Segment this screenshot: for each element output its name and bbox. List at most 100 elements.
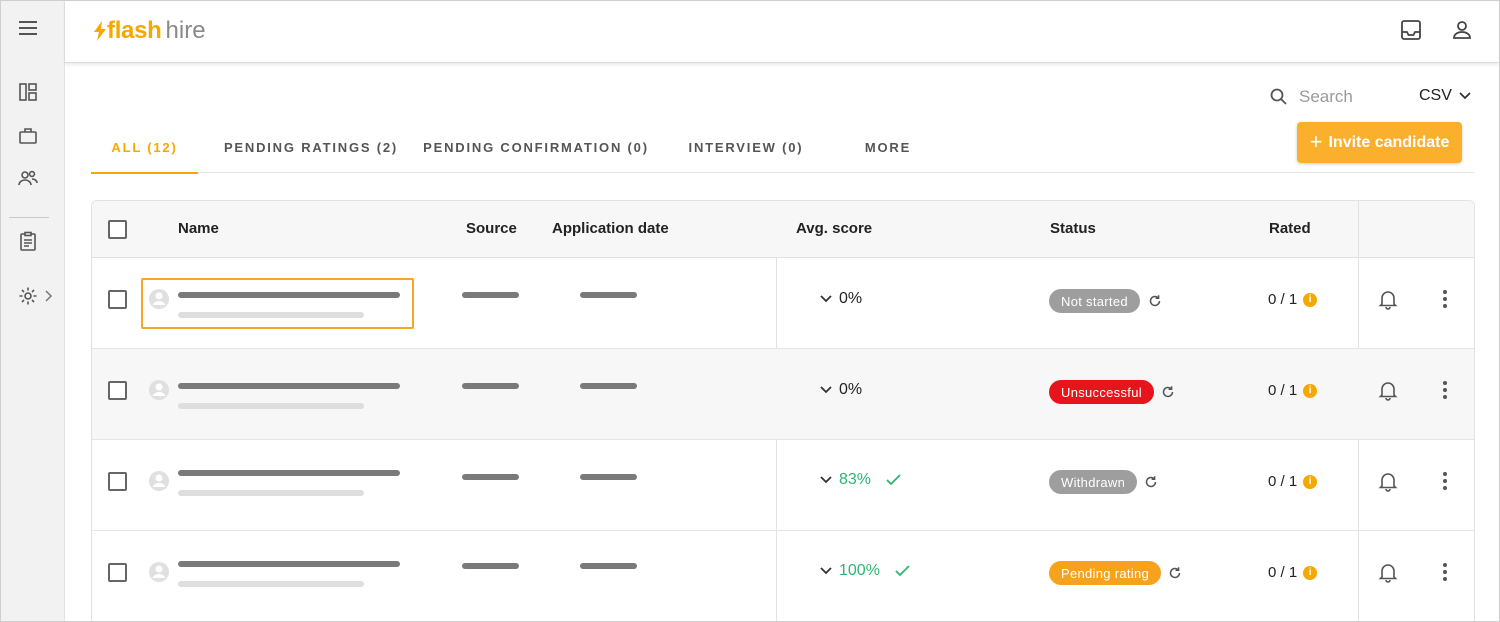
column-status[interactable]: Status [1050, 220, 1096, 237]
lightning-icon [94, 21, 106, 41]
csv-label: CSV [1419, 87, 1452, 104]
rated-cell: 0 / 1 i [1268, 291, 1318, 308]
inbox-icon[interactable] [1399, 18, 1423, 42]
date-placeholder [580, 474, 637, 480]
more-options-icon[interactable] [1435, 561, 1455, 583]
candidate-subtitle-placeholder [178, 403, 364, 409]
csv-export-dropdown[interactable]: CSV [1419, 87, 1472, 105]
row-checkbox[interactable] [108, 563, 127, 582]
refresh-icon[interactable] [1168, 566, 1182, 580]
source-placeholder [462, 292, 519, 298]
bell-icon[interactable] [1377, 379, 1399, 401]
more-options-icon[interactable] [1435, 470, 1455, 492]
candidate-name-placeholder [178, 383, 400, 389]
refresh-icon[interactable] [1148, 294, 1162, 308]
avg-score: 100% [819, 562, 912, 580]
chevron-down-icon[interactable] [819, 475, 833, 485]
tab-pending-ratings[interactable]: PENDING RATINGS (2) [211, 121, 411, 173]
date-placeholder [580, 383, 637, 389]
menu-icon[interactable] [17, 17, 39, 39]
score-value: 100% [839, 562, 880, 579]
bell-icon[interactable] [1377, 561, 1399, 583]
select-all-checkbox[interactable] [108, 220, 127, 239]
column-name[interactable]: Name [178, 220, 219, 237]
table-row[interactable]: 0% Not started 0 / 1 i [92, 258, 1474, 349]
candidate-subtitle-placeholder [178, 581, 364, 587]
avatar-icon [149, 562, 169, 582]
column-source[interactable]: Source [466, 220, 517, 237]
avg-score: 0% [819, 381, 862, 399]
column-rated[interactable]: Rated [1269, 220, 1311, 237]
refresh-icon[interactable] [1144, 475, 1158, 489]
search-input[interactable] [1299, 87, 1399, 107]
chevron-right-icon[interactable] [43, 289, 53, 308]
status-badge: Unsuccessful [1049, 380, 1154, 404]
clipboard-icon[interactable] [17, 230, 39, 252]
rated-value: 0 / 1 [1268, 564, 1298, 581]
rated-cell: 0 / 1 i [1268, 382, 1318, 399]
avatar-icon [149, 380, 169, 400]
status-badge: Not started [1049, 289, 1140, 313]
source-placeholder [462, 474, 519, 480]
candidate-subtitle-placeholder [178, 490, 364, 496]
row-checkbox[interactable] [108, 472, 127, 491]
column-avg-score[interactable]: Avg. score [796, 220, 872, 237]
score-value: 83% [839, 471, 872, 488]
table-row[interactable]: 100% Pending rating 0 / 1 i [92, 531, 1474, 621]
tab-pending-confirmation[interactable]: PENDING CONFIRMATION (0) [421, 121, 651, 173]
header-divider [1358, 201, 1359, 258]
table-row[interactable]: 0% Unsuccessful 0 / 1 i [92, 349, 1474, 440]
date-placeholder [580, 292, 637, 298]
rated-value: 0 / 1 [1268, 382, 1298, 399]
app-window: flash hire CSV + Invite candidate ALL (1… [0, 0, 1500, 622]
avg-score: 0% [819, 290, 862, 308]
more-options-icon[interactable] [1435, 379, 1455, 401]
rated-cell: 0 / 1 i [1268, 473, 1318, 490]
chevron-down-icon[interactable] [819, 385, 833, 395]
info-icon[interactable]: i [1303, 292, 1318, 307]
status-badge: Withdrawn [1049, 470, 1138, 494]
bell-icon[interactable] [1377, 288, 1399, 310]
sidebar [1, 1, 65, 621]
tab-all[interactable]: ALL (12) [91, 121, 198, 174]
column-application-date[interactable]: Application date [552, 220, 669, 237]
dashboard-icon[interactable] [17, 81, 39, 103]
table-row[interactable]: 83% Withdrawn 0 / 1 i [92, 440, 1474, 531]
people-icon[interactable] [17, 167, 39, 189]
name-highlight-box [141, 278, 414, 329]
refresh-icon[interactable] [1161, 385, 1175, 399]
tab-more[interactable]: MORE [846, 121, 930, 173]
avg-score: 83% [819, 471, 903, 489]
tab-interview[interactable]: INTERVIEW (0) [676, 121, 816, 173]
bell-icon[interactable] [1377, 470, 1399, 492]
info-icon[interactable]: i [1303, 474, 1318, 489]
chevron-down-icon[interactable] [819, 566, 833, 576]
source-placeholder [462, 563, 519, 569]
candidate-tabs: ALL (12) PENDING RATINGS (2) PENDING CON… [91, 121, 1474, 174]
score-value: 0% [839, 381, 863, 398]
chevron-down-icon [1459, 92, 1471, 100]
rated-cell: 0 / 1 i [1268, 564, 1318, 581]
flashhire-logo[interactable]: flash hire [93, 17, 206, 45]
gear-icon[interactable] [17, 285, 39, 307]
logo-hire: hire [165, 17, 206, 44]
candidate-name-placeholder [178, 561, 400, 567]
checkmark-icon [895, 565, 910, 577]
row-checkbox[interactable] [108, 290, 127, 309]
search-box[interactable] [1269, 87, 1399, 107]
more-options-icon[interactable] [1435, 288, 1455, 310]
info-icon[interactable]: i [1303, 565, 1318, 580]
checkmark-icon [886, 474, 901, 486]
info-icon[interactable]: i [1303, 383, 1318, 398]
score-value: 0% [839, 290, 863, 307]
chevron-down-icon[interactable] [819, 294, 833, 304]
user-icon[interactable] [1450, 18, 1474, 42]
sidebar-divider [9, 217, 49, 218]
date-placeholder [580, 563, 637, 569]
rated-value: 0 / 1 [1268, 291, 1298, 308]
source-placeholder [462, 383, 519, 389]
avatar-icon [149, 471, 169, 491]
briefcase-icon[interactable] [17, 125, 39, 147]
row-checkbox[interactable] [108, 381, 127, 400]
logo-flash: flash [107, 17, 162, 44]
